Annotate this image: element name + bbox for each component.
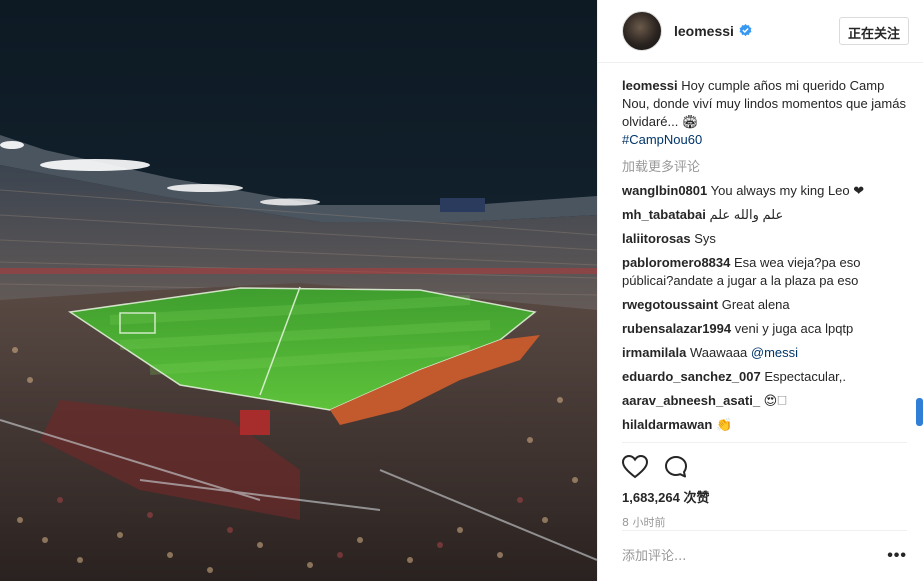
post-actions: 1,683,264 次赞 8 小时前 [622,442,907,530]
comment-text: علم والله علم [709,207,784,222]
comment-item: wanglbin0801 You always my king Leo ❤ [622,182,907,200]
comment-username[interactable]: rwegotoussaint [622,297,718,312]
comment-item: rwegotoussaint Great alena [622,296,907,314]
post-header: leomessi 正在关注 [598,0,923,63]
comment-username[interactable]: laliitorosas [622,231,691,246]
comment-username[interactable]: aarav_abneesh_asati_ [622,393,760,408]
comment-input[interactable] [622,548,862,564]
post-photo[interactable] [0,0,597,581]
comment-text: Sys [694,231,716,246]
comment-username[interactable]: rubensalazar1994 [622,321,731,336]
post-container: leomessi 正在关注 leomessi Hoy cumple años m… [0,0,923,581]
comment-text: veni y juga aca lpqtp [734,321,854,336]
post-side-panel: leomessi 正在关注 leomessi Hoy cumple años m… [597,0,923,581]
comment-username[interactable]: wanglbin0801 [622,183,707,198]
comment-item: rubensalazar1994 veni y juga aca lpqtp [622,320,907,338]
comment-icon[interactable] [664,455,688,479]
comment-username[interactable]: eduardo_sanchez_007 [622,369,761,384]
stadium-photo [0,0,597,581]
comment-text: 👏 [715,417,733,432]
comment-text: Waawaaa [689,345,748,360]
comment-item: eduardo_sanchez_007 Espectacular,. [622,368,907,386]
comment-text: Great alena [721,297,790,312]
comment-text: Espectacular,. [764,369,847,384]
author-username[interactable]: leomessi [674,23,752,39]
action-icons [622,443,907,485]
comment-username[interactable]: mh_tabatabai [622,207,706,222]
add-comment-bar: ••• [622,530,907,581]
comment-text: 😍🗆 [763,393,787,408]
following-button[interactable]: 正在关注 [838,17,909,45]
comment-item: pabloromero8834 Esa wea vieja?pa eso púb… [622,254,907,290]
comments-list[interactable]: leomessi Hoy cumple años mi querido Camp… [622,64,907,441]
comment-item: mh_tabatabai علم والله علم [622,206,907,224]
mention-link[interactable]: @messi [751,345,798,360]
comment-item: laliitorosas Sys [622,230,907,248]
comment-text: You always my king Leo ❤ [710,183,865,198]
post-timestamp[interactable]: 8 小时前 [622,514,907,530]
load-more-comments[interactable]: 加载更多评论 [622,156,907,175]
comment-item: hilaldarmawan 👏 [622,416,907,434]
caption: leomessi Hoy cumple años mi querido Camp… [622,77,907,149]
comment-item: aarav_abneesh_asati_ 😍🗆 [622,392,907,410]
comment-item: irmamilala Waawaaa @messi [622,344,907,362]
caption-username[interactable]: leomessi [622,78,678,93]
more-options-icon[interactable]: ••• [887,547,907,565]
verified-badge-icon [739,24,752,37]
heart-icon[interactable] [622,455,648,479]
like-count[interactable]: 1,683,264 次赞 [622,487,907,506]
comment-username[interactable]: irmamilala [622,345,686,360]
avatar[interactable] [622,11,662,51]
hashtag-link[interactable]: #CampNou60 [622,132,702,147]
comment-username[interactable]: hilaldarmawan [622,417,712,432]
scrollbar-thumb[interactable] [916,398,923,426]
comment-username[interactable]: pabloromero8834 [622,255,730,270]
